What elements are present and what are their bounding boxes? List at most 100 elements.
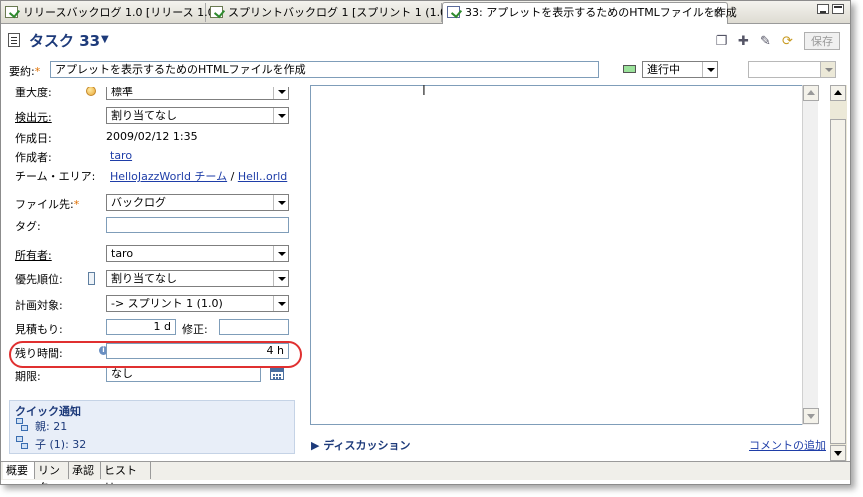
children-link[interactable]: 子 (1): 32	[35, 436, 86, 452]
creator-label: 作成者:	[15, 151, 52, 164]
tab-task-33[interactable]: 33: アプレットを表示するためのHTMLファイルを作成 ⊠	[442, 2, 737, 24]
description-scrollbar[interactable]	[802, 85, 819, 425]
chevron-down-icon[interactable]	[820, 62, 835, 77]
required-mark: *	[73, 198, 80, 211]
team-area-value: HelloJazzWorld チーム / Hell..orld	[110, 168, 287, 184]
chevron-down-icon[interactable]	[273, 108, 288, 123]
found-in-select[interactable]: 割り当てなし	[106, 107, 289, 124]
tab-label: スプリントバックログ 1 [スプリント 1 (1.0)]	[228, 6, 456, 19]
owner-label[interactable]: 所有者:	[15, 247, 52, 263]
resolution-select[interactable]	[748, 61, 836, 78]
add-comment-link[interactable]: コメントの追加	[749, 437, 826, 453]
calendar-icon[interactable]	[270, 368, 284, 380]
priority-value: 割り当てなし	[111, 272, 177, 285]
priority-select[interactable]: 割り当てなし	[106, 270, 289, 287]
scroll-up-icon[interactable]	[803, 85, 819, 101]
tags-input[interactable]	[106, 217, 289, 233]
chevron-down-icon[interactable]	[273, 195, 288, 210]
children-link-icon	[16, 436, 28, 449]
priority-label: 優先順位:	[15, 273, 63, 286]
quick-info-title: クイック通知	[15, 405, 81, 418]
chevron-down-icon[interactable]	[273, 296, 288, 311]
task-icon	[8, 33, 20, 47]
creator-link[interactable]: taro	[110, 149, 132, 162]
chevron-down-icon[interactable]: ▼	[101, 34, 109, 45]
scroll-down-icon[interactable]	[803, 408, 819, 424]
chevron-down-icon[interactable]	[273, 246, 288, 261]
tags-label: タグ:	[15, 220, 41, 233]
filed-against-select[interactable]: バックログ	[106, 194, 289, 211]
minimize-icon[interactable]	[817, 4, 829, 14]
owner-select[interactable]: taro	[106, 245, 289, 262]
tab-approvals[interactable]: 承認	[69, 462, 101, 479]
parent-link-icon	[16, 418, 28, 431]
summary-label-text: 要約:	[9, 65, 35, 78]
created-label: 作成日:	[15, 132, 52, 145]
discussion-section-header[interactable]: ▶ ディスカッション	[311, 437, 411, 453]
edit-icon[interactable]: ✎	[758, 34, 773, 49]
refresh-icon[interactable]: ⟳	[780, 34, 795, 49]
estimate-label: 見積もり:	[15, 323, 63, 336]
save-button[interactable]: 保存	[804, 32, 840, 50]
tab-history[interactable]: ヒストリー	[101, 462, 151, 484]
found-in-value: 割り当てなし	[111, 109, 177, 122]
description-textarea[interactable]	[310, 85, 818, 425]
annotation-highlight	[9, 341, 302, 368]
scroll-up-icon[interactable]	[830, 85, 846, 101]
expand-icon[interactable]: ▶	[311, 439, 319, 452]
tab-links[interactable]: リンク	[35, 462, 69, 484]
due-input[interactable]: なし	[106, 366, 261, 382]
chevron-down-icon[interactable]	[273, 87, 288, 99]
correction-input[interactable]	[219, 319, 289, 335]
due-label: 期限:	[15, 370, 41, 383]
severity-select[interactable]: 標準	[106, 87, 289, 100]
correction-label: 修正:	[182, 323, 208, 336]
category-link[interactable]: Hell..orld	[238, 170, 287, 183]
text-cursor-icon: I	[422, 84, 426, 99]
tab-sprint-backlog[interactable]: スプリントバックログ 1 [スプリント 1 (1.0)]	[206, 3, 456, 22]
work-item-header: タスク 33 ▼ ❐ ✚ ✎ ⟳ 保存	[1, 24, 850, 58]
chevron-down-icon[interactable]	[273, 271, 288, 286]
tab-label: リリースバックログ 1.0 [リリース 1.0]	[23, 6, 219, 19]
tab-release-backlog[interactable]: リリースバックログ 1.0 [リリース 1.0]	[1, 3, 219, 22]
filed-against-value: バックログ	[111, 196, 166, 209]
main-scrollbar[interactable]	[830, 85, 847, 461]
tab-label: 33: アプレットを表示するためのHTMLファイルを作成	[465, 6, 737, 19]
parent-link[interactable]: 親: 21	[35, 418, 67, 434]
severity-icon	[86, 87, 96, 96]
editor-page-tabs: 概要 リンク 承認 ヒストリー	[1, 461, 850, 484]
priority-icon	[88, 272, 95, 285]
subscribe-icon[interactable]: ✚	[736, 34, 751, 49]
discussion-label: ディスカッション	[323, 439, 411, 452]
summary-label: 要約:*	[9, 63, 40, 79]
severity-label: 重大度:	[15, 87, 52, 99]
plan-icon	[210, 6, 223, 18]
team-area-link[interactable]: HelloJazzWorld チーム	[110, 170, 227, 183]
close-icon[interactable]: ⊠	[714, 3, 723, 22]
team-area-separator: /	[230, 170, 235, 183]
chevron-down-icon[interactable]	[702, 62, 717, 77]
page-title: タスク 33	[29, 32, 101, 50]
estimate-input[interactable]: 1 d	[106, 319, 176, 335]
maximize-icon[interactable]	[832, 4, 844, 14]
tab-overview[interactable]: 概要	[3, 462, 35, 479]
status-select[interactable]: 進行中	[642, 61, 718, 78]
planned-for-select[interactable]: -> スプリント 1 (1.0)	[106, 295, 289, 312]
required-mark: *	[34, 65, 41, 78]
scroll-down-icon[interactable]	[830, 445, 846, 461]
copy-icon[interactable]: ❐	[714, 34, 729, 49]
summary-input[interactable]: アプレットを表示するためのHTMLファイルを作成	[50, 61, 599, 78]
quick-info-panel: クイック通知 親: 21 子 (1): 32	[9, 400, 295, 454]
planned-for-value: -> スプリント 1 (1.0)	[111, 297, 223, 310]
created-value: 2009/02/12 1:35	[106, 130, 198, 143]
status-icon	[623, 65, 636, 73]
scroll-thumb[interactable]	[830, 119, 846, 444]
task-icon	[447, 6, 460, 18]
team-area-label: チーム・エリア:	[15, 170, 96, 183]
filed-against-label: ファイル先:*	[15, 196, 79, 212]
found-in-label[interactable]: 検出元:	[15, 109, 52, 125]
plan-icon	[5, 6, 18, 18]
editor-tab-bar: リリースバックログ 1.0 [リリース 1.0] スプリントバックログ 1 [ス…	[1, 1, 850, 24]
status-value: 進行中	[647, 63, 680, 76]
planned-for-label: 計画対象:	[15, 299, 63, 312]
